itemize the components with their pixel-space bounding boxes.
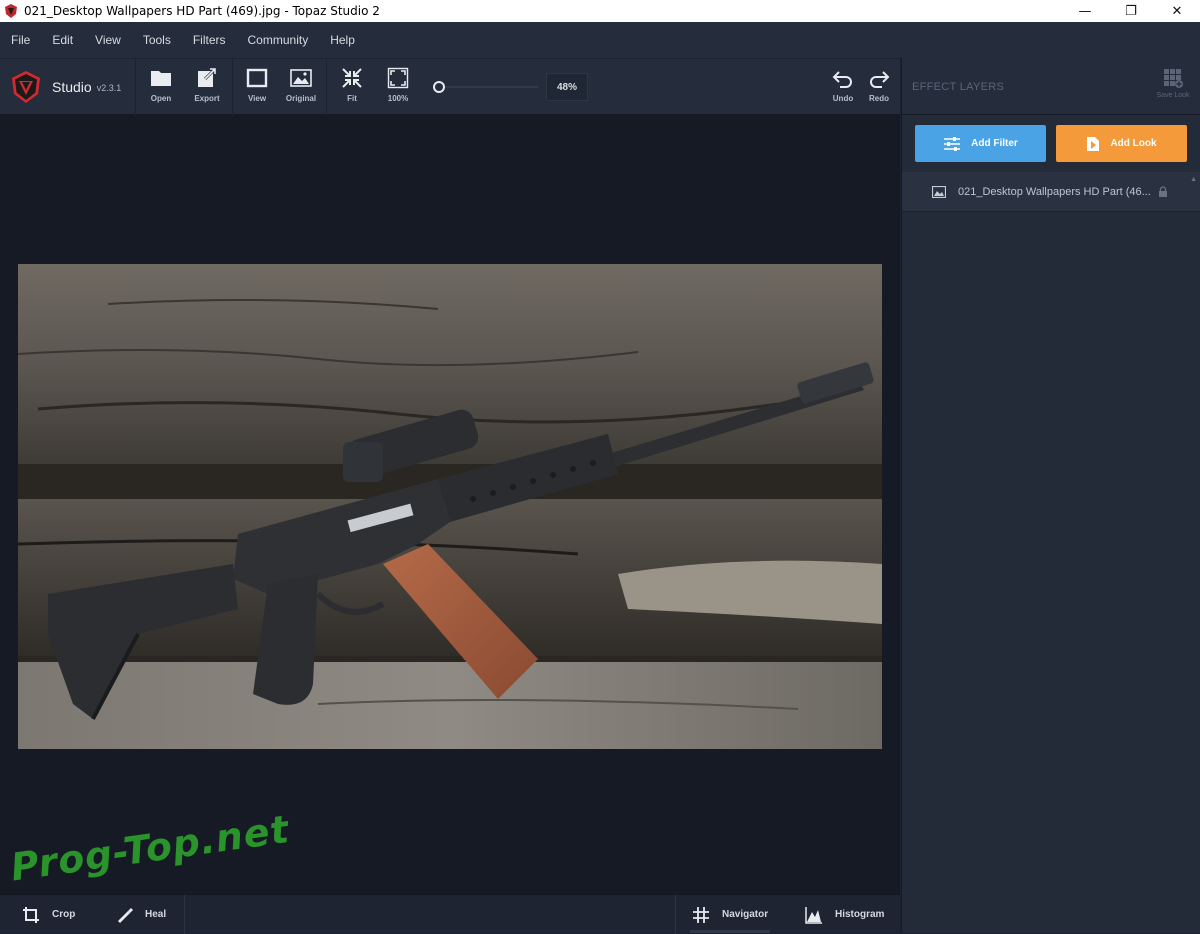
original-label: Original (285, 94, 317, 103)
bottom-divider (184, 895, 185, 934)
sliders-icon (944, 136, 961, 151)
window-title: 021_Desktop Wallpapers HD Part (469).jpg… (24, 4, 380, 18)
photo-preview (18, 264, 882, 749)
app-name: Studio (52, 79, 92, 95)
scroll-up-arrow-icon[interactable]: ▲ (1190, 176, 1197, 183)
view-icon (246, 68, 268, 88)
menu-community[interactable]: Community (240, 33, 317, 47)
export-button[interactable]: Export (187, 67, 227, 109)
save-look-label: Save Look (1156, 92, 1190, 99)
navigator-label: Navigator (722, 909, 769, 920)
undo-label: Undo (832, 94, 854, 103)
topaz-logo-icon (5, 4, 17, 18)
window-controls: — ❐ ✕ (1062, 0, 1200, 22)
original-button[interactable]: Original (281, 67, 321, 109)
actual-size-label: 100% (387, 94, 409, 103)
rifle-on-wood-image (18, 264, 882, 749)
image-icon (290, 69, 312, 87)
heal-button[interactable]: Heal (115, 895, 166, 934)
zoom-slider-handle[interactable] (433, 81, 445, 93)
layer-name: 021_Desktop Wallpapers HD Part (46... (958, 185, 1151, 198)
export-label: Export (194, 94, 220, 103)
look-icon (1087, 136, 1100, 151)
menu-edit[interactable]: Edit (44, 33, 81, 47)
undo-button[interactable]: Undo (823, 67, 863, 109)
bottom-toolbar: Crop Heal Navigator Histogram (0, 894, 900, 934)
image-canvas[interactable] (0, 115, 900, 894)
title-bar: 021_Desktop Wallpapers HD Part (469).jpg… (0, 0, 1200, 22)
redo-icon (870, 71, 890, 88)
heal-label: Heal (145, 909, 167, 920)
save-look-icon (1164, 69, 1183, 88)
close-button[interactable]: ✕ (1154, 0, 1200, 22)
open-button[interactable]: Open (141, 67, 181, 109)
minimize-button[interactable]: — (1062, 0, 1108, 22)
grid-icon (693, 906, 709, 923)
actual-size-button[interactable]: 100% (378, 67, 418, 109)
topaz-logo-icon (12, 71, 40, 103)
histogram-button[interactable]: Histogram (805, 895, 884, 934)
layer-item[interactable]: 021_Desktop Wallpapers HD Part (46... (902, 172, 1200, 212)
add-look-label: Add Look (1110, 138, 1157, 149)
brush-icon (118, 907, 133, 923)
app-brand: Studio v2.3.1 (0, 59, 136, 115)
add-look-button[interactable]: Add Look (1056, 125, 1187, 162)
effect-layers-header: EFFECT LAYERS Save Look (902, 58, 1200, 115)
image-icon (932, 185, 946, 198)
add-filter-label: Add Filter (971, 138, 1018, 149)
menu-file[interactable]: File (3, 33, 38, 47)
menu-view[interactable]: View (87, 33, 129, 47)
app-version: v2.3.1 (96, 83, 122, 93)
menu-bar: File Edit View Tools Filters Community H… (0, 22, 1200, 58)
fit-icon (342, 68, 362, 88)
menu-help[interactable]: Help (322, 33, 363, 47)
menu-filters[interactable]: Filters (185, 33, 234, 47)
fit-button[interactable]: Fit (332, 67, 372, 109)
redo-label: Redo (869, 94, 889, 103)
save-look-button[interactable]: Save Look (1153, 68, 1193, 99)
export-icon (198, 67, 217, 87)
crop-label: Crop (52, 909, 76, 920)
menu-tools[interactable]: Tools (135, 33, 179, 47)
add-filter-button[interactable]: Add Filter (915, 125, 1046, 162)
crop-icon (23, 906, 39, 923)
histogram-icon (805, 906, 822, 924)
effect-layers-panel: EFFECT LAYERS Save Look Add Filter Add L… (901, 58, 1200, 933)
toolbar-divider (232, 59, 233, 115)
effect-layers-title: EFFECT LAYERS (912, 81, 1005, 93)
navigator-button[interactable]: Navigator (692, 895, 768, 934)
maximize-button[interactable]: ❐ (1108, 0, 1154, 22)
fit-label: Fit (347, 94, 357, 103)
toolbar-divider (326, 59, 327, 115)
view-label: View (247, 94, 267, 103)
lock-icon[interactable] (1158, 186, 1168, 197)
open-label: Open (150, 94, 172, 103)
folder-icon (151, 71, 171, 86)
view-button[interactable]: View (237, 67, 277, 109)
expand-icon (387, 67, 409, 89)
bottom-divider (675, 895, 676, 934)
crop-button[interactable]: Crop (22, 895, 75, 934)
histogram-label: Histogram (835, 909, 885, 920)
redo-button[interactable]: Redo (859, 67, 899, 109)
zoom-value[interactable]: 48% (546, 73, 588, 101)
undo-icon (832, 71, 852, 88)
zoom-slider-track[interactable] (438, 86, 538, 88)
